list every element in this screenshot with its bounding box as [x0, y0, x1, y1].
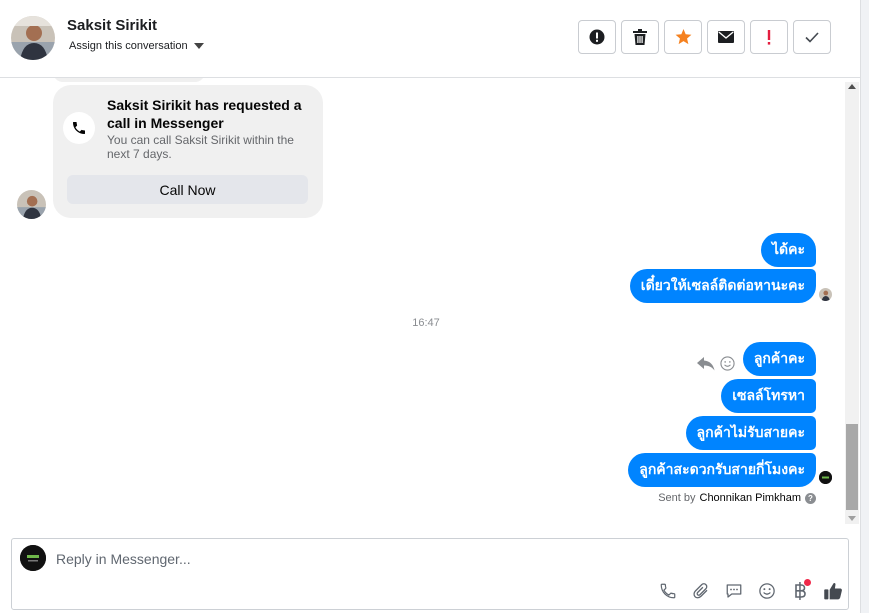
- scrollbar-thumb[interactable]: [846, 424, 858, 510]
- outgoing-message[interactable]: ลูกค้าสะดวกรับสายกี่โมงคะ: [628, 453, 816, 487]
- reply-icon[interactable]: [697, 356, 715, 371]
- emoji-icon: [758, 583, 775, 599]
- seen-avatar: [819, 471, 832, 484]
- right-panel-edge: [860, 0, 869, 613]
- spam-button[interactable]: [578, 20, 616, 54]
- call-button[interactable]: [656, 579, 679, 603]
- call-request-subtitle: You can call Saksit Sirikit within the n…: [107, 133, 294, 161]
- phone-icon: [660, 583, 675, 599]
- messenger-conversation-panel: Saksit Sirikit Assign this conversation: [0, 0, 869, 613]
- mark-done-button[interactable]: [793, 20, 831, 54]
- call-now-button[interactable]: Call Now: [67, 175, 308, 204]
- outgoing-message[interactable]: ลูกค้าคะ: [742, 342, 816, 376]
- paperclip-icon: [692, 583, 707, 599]
- chat-bubble-icon: [726, 584, 741, 598]
- envelope-icon: [718, 31, 734, 43]
- like-icon: [823, 583, 842, 600]
- outgoing-message[interactable]: เซลล์โทรหา: [721, 379, 816, 413]
- exclamation-icon: [767, 29, 771, 45]
- flag-important-button[interactable]: [750, 20, 788, 54]
- outgoing-message[interactable]: ลูกค้าไม่รับสายคะ: [685, 416, 816, 450]
- attach-button[interactable]: [689, 579, 712, 603]
- message-hover-tools: [697, 356, 735, 371]
- help-icon[interactable]: ?: [805, 492, 816, 504]
- payment-button[interactable]: [788, 579, 811, 603]
- saved-replies-button[interactable]: [722, 579, 745, 603]
- phone-icon: [63, 112, 95, 144]
- sent-by-info: Sent by Chonnikan Pimkham ?: [658, 492, 816, 504]
- react-emoji-icon[interactable]: [720, 356, 735, 371]
- thread-scrollbar[interactable]: [845, 82, 859, 524]
- sent-by-prefix: Sent by: [658, 492, 696, 504]
- page-avatar: [20, 545, 46, 571]
- scroll-up-arrow-icon[interactable]: [848, 84, 856, 89]
- message-thread: Saksit Sirikit has requested a call in M…: [0, 78, 860, 526]
- contact-name[interactable]: Saksit Sirikit: [67, 17, 157, 34]
- outgoing-message[interactable]: ได้คะ: [760, 233, 816, 267]
- like-button[interactable]: [821, 579, 844, 603]
- sent-by-name[interactable]: Chonnikan Pimkham: [700, 492, 802, 504]
- contact-avatar[interactable]: [11, 16, 55, 60]
- alert-circle-icon: [589, 29, 605, 45]
- notification-dot: [804, 579, 811, 586]
- outgoing-message[interactable]: เดี๋ยวให้เซลล์ติดต่อหานะคะ: [629, 269, 816, 303]
- scroll-down-arrow-icon[interactable]: [848, 516, 856, 521]
- assign-label: Assign this conversation: [69, 40, 188, 52]
- previous-message-bubble: [53, 78, 205, 82]
- conversation-header: Saksit Sirikit Assign this conversation: [0, 0, 860, 78]
- mark-unread-button[interactable]: [707, 20, 745, 54]
- reply-input[interactable]: [56, 549, 616, 569]
- message-composer: [11, 538, 849, 610]
- emoji-button[interactable]: [755, 579, 778, 603]
- composer-tools: [656, 579, 844, 603]
- delete-button[interactable]: [621, 20, 659, 54]
- caret-down-icon: [193, 43, 204, 49]
- check-icon: [805, 31, 819, 43]
- seen-avatar: [819, 288, 832, 301]
- trash-icon: [633, 29, 647, 45]
- message-timestamp: 16:47: [412, 317, 440, 329]
- sender-avatar: [17, 190, 46, 219]
- header-actions: [578, 20, 831, 54]
- call-request-title: Saksit Sirikit has requested a call in M…: [107, 97, 302, 131]
- star-button[interactable]: [664, 20, 702, 54]
- call-request-card: Saksit Sirikit has requested a call in M…: [53, 85, 323, 218]
- star-icon: [675, 29, 691, 45]
- assign-conversation-dropdown[interactable]: Assign this conversation: [69, 40, 204, 52]
